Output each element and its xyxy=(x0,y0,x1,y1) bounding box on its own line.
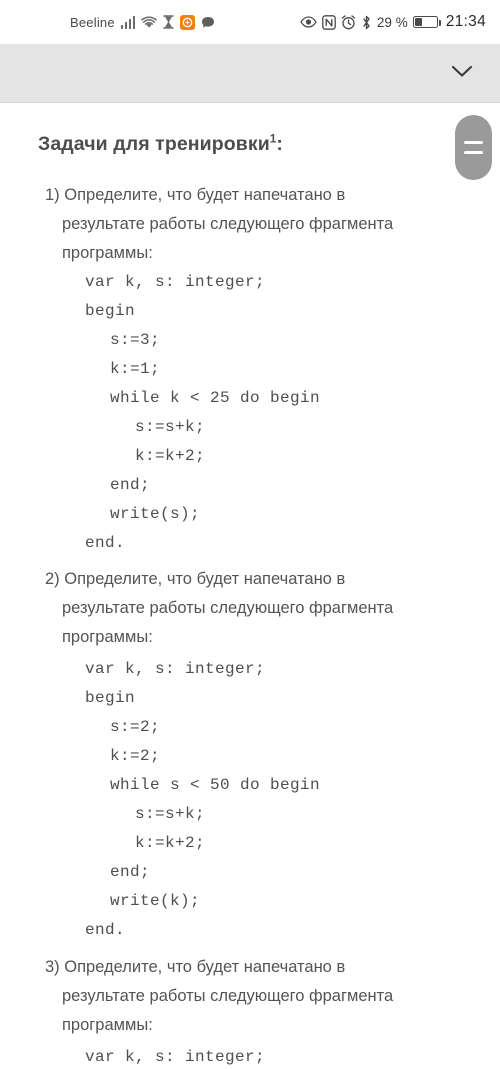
bluetooth-icon xyxy=(361,15,372,30)
task-prompt-line: 3) Определите, что будет напечатано в xyxy=(45,953,465,982)
battery-percent-label: 29 % xyxy=(376,14,408,30)
task-item: 1) Определите, что будет напечатано в ре… xyxy=(45,181,465,268)
carrier-label: Beeline xyxy=(70,14,115,30)
task-number: 3) xyxy=(45,958,60,976)
code-line: while k < 25 do begin xyxy=(110,389,321,407)
chevron-down-icon xyxy=(451,65,473,83)
code-line: end; xyxy=(110,863,151,881)
code-line: k:=1; xyxy=(110,360,161,378)
task-prompt-line: результате работы следующего фрагмента xyxy=(62,599,394,617)
task-prompt-line: программы: xyxy=(62,628,153,646)
alarm-clock-icon xyxy=(341,14,356,30)
task-prompt-line: 2) Определите, что будет напечатано в xyxy=(45,565,465,594)
task-prompt-line: 1) Определите, что будет напечатано в xyxy=(45,181,465,210)
code-line: end; xyxy=(110,476,151,494)
code-line: end. xyxy=(85,534,126,552)
task-prompt-line: результате работы следующего фрагмента xyxy=(62,215,394,233)
code-line: k:=2; xyxy=(110,747,161,765)
task-prompt-text: Определите, что будет напечатано в xyxy=(64,570,346,588)
task-prompt-line: программы: xyxy=(62,1016,153,1034)
collapse-toolbar-button[interactable] xyxy=(440,44,484,103)
page-title-text: Задачи для тренировки xyxy=(38,133,270,155)
task-prompt-text: Определите, что будет напечатано в xyxy=(64,186,346,204)
status-bar-right: 29 % 21:34 xyxy=(300,0,486,44)
document-view[interactable]: Задачи для тренировки1: 1) Определите, ч… xyxy=(0,103,500,1069)
status-bar-left: Beeline xyxy=(70,0,215,44)
code-line: write(k); xyxy=(110,892,201,910)
wifi-icon xyxy=(141,15,158,29)
code-line: var k, s: integer; xyxy=(85,273,266,291)
code-line: write(s); xyxy=(110,505,201,523)
hourglass-icon xyxy=(163,15,175,29)
task-number: 1) xyxy=(45,186,60,204)
task-prompt-line: результате работы следующего фрагмента xyxy=(62,987,394,1005)
task-number: 2) xyxy=(45,570,60,588)
screen: Beeline 29 % 21:34 Задачи для тренировки… xyxy=(0,0,500,1069)
message-bubble-icon xyxy=(201,16,215,29)
code-line: begin xyxy=(85,689,136,707)
code-line: s:=3; xyxy=(110,331,161,349)
task-prompt-line: программы: xyxy=(62,244,153,262)
code-line: begin xyxy=(85,302,136,320)
app-orange-icon xyxy=(180,14,196,30)
task-item: 3) Определите, что будет напечатано в ре… xyxy=(45,953,465,1040)
clock-label: 21:34 xyxy=(445,13,486,30)
code-line: var k, s: integer; xyxy=(85,660,266,678)
code-block: var k, s: integer; begin s:=3; k:=1; whi… xyxy=(85,268,320,558)
battery-icon xyxy=(412,16,441,28)
page-title-colon: : xyxy=(276,133,283,155)
code-line: s:=s+k; xyxy=(135,418,206,436)
code-line: k:=k+2; xyxy=(135,447,206,465)
drag-handle-icon xyxy=(464,151,483,154)
task-item: 2) Определите, что будет напечатано в ре… xyxy=(45,565,465,652)
code-line: var k, s: integer; xyxy=(85,1048,266,1066)
nfc-icon xyxy=(322,14,336,30)
app-toolbar xyxy=(0,44,500,103)
page-title: Задачи для тренировки1: xyxy=(38,133,283,156)
code-line: end. xyxy=(85,921,126,939)
code-line: s:=2; xyxy=(110,718,161,736)
status-bar: Beeline 29 % 21:34 xyxy=(0,0,500,44)
code-line: while s < 50 do begin xyxy=(110,776,321,794)
task-prompt-text: Определите, что будет напечатано в xyxy=(64,958,346,976)
eye-icon xyxy=(300,16,317,28)
scrollbar-drag-handle[interactable] xyxy=(455,115,492,180)
code-block: var k, s: integer; begin s:=2; k:=2; whi… xyxy=(85,655,320,945)
signal-bars-icon xyxy=(120,15,136,29)
code-line: s:=s+k; xyxy=(135,805,206,823)
drag-handle-icon xyxy=(464,141,483,144)
code-block: var k, s: integer; xyxy=(85,1043,265,1069)
code-line: k:=k+2; xyxy=(135,834,206,852)
